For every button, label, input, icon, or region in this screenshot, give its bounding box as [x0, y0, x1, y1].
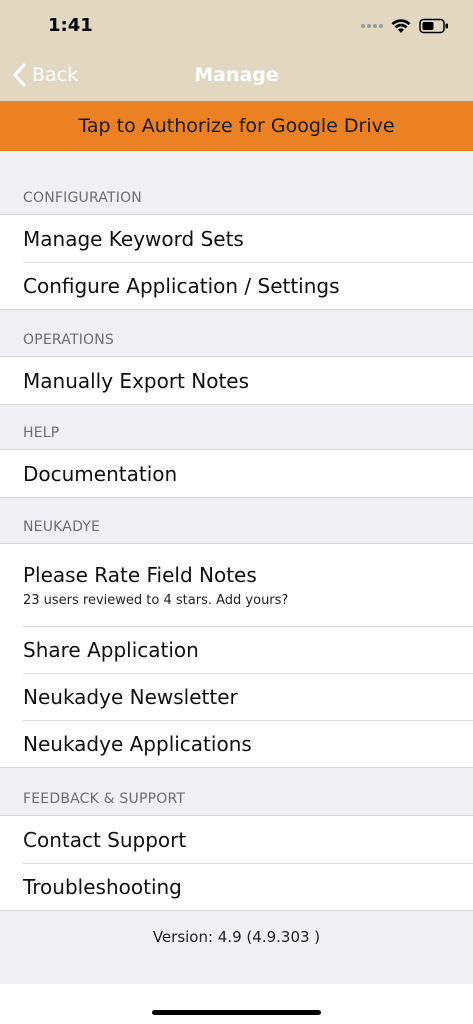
navigation-bar: Back Manage: [0, 50, 473, 101]
cell-label: Neukadye Newsletter: [23, 684, 238, 709]
wifi-icon: [391, 19, 411, 33]
rate-field-notes-cell[interactable]: Please Rate Field Notes 23 users reviewe…: [0, 544, 473, 626]
neukadye-newsletter-cell[interactable]: Neukadye Newsletter: [0, 673, 473, 720]
signal-icon: [361, 24, 383, 28]
status-icons: [361, 16, 449, 36]
manually-export-notes-cell[interactable]: Manually Export Notes: [0, 357, 473, 404]
section-header-configuration: CONFIGURATION: [23, 190, 142, 206]
section-header-neukadye: NEUKADYE: [23, 519, 101, 535]
bottom-safe-area: [0, 984, 473, 1024]
status-bar: 1:41: [0, 0, 473, 50]
cell-label: Troubleshooting: [23, 874, 182, 899]
cell-label: Share Application: [23, 637, 199, 662]
documentation-cell[interactable]: Documentation: [0, 450, 473, 497]
manage-keyword-sets-cell[interactable]: Manage Keyword Sets: [0, 215, 473, 262]
configure-application-cell[interactable]: Configure Application / Settings: [0, 262, 473, 309]
page-title: Manage: [194, 64, 279, 86]
help-group: Documentation: [0, 449, 473, 498]
troubleshooting-cell[interactable]: Troubleshooting: [0, 863, 473, 910]
cell-label: Documentation: [23, 461, 178, 486]
configuration-group: Manage Keyword Sets Configure Applicatio…: [0, 214, 473, 310]
section-header-help: HELP: [23, 425, 60, 441]
status-time: 1:41: [48, 15, 93, 36]
operations-group: Manually Export Notes: [0, 356, 473, 405]
cell-label: Please Rate Field Notes: [23, 562, 257, 587]
section-header-feedback-support: FEEDBACK & SUPPORT: [23, 791, 186, 807]
cell-label: Neukadye Applications: [23, 731, 252, 756]
section-header-operations: OPERATIONS: [23, 332, 115, 348]
authorize-label: Tap to Authorize for Google Drive: [78, 115, 395, 137]
rating-summary: 23 users reviewed to 4 stars. Add yours?: [23, 592, 289, 608]
feedback-support-group: Contact Support Troubleshooting: [0, 815, 473, 911]
share-application-cell[interactable]: Share Application: [0, 626, 473, 673]
cell-label: Manage Keyword Sets: [23, 226, 244, 251]
cell-label: Manually Export Notes: [23, 368, 250, 393]
version-label: Version: 4.9 (4.9.303 ): [152, 928, 321, 946]
home-indicator[interactable]: [152, 1010, 321, 1015]
cell-label: Contact Support: [23, 827, 187, 852]
neukadye-applications-cell[interactable]: Neukadye Applications: [0, 720, 473, 767]
battery-icon: [419, 18, 448, 34]
neukadye-group: Please Rate Field Notes 23 users reviewe…: [0, 543, 473, 768]
authorize-google-drive-button[interactable]: Tap to Authorize for Google Drive: [0, 101, 473, 151]
contact-support-cell[interactable]: Contact Support: [0, 816, 473, 863]
cell-label: Configure Application / Settings: [23, 273, 340, 298]
